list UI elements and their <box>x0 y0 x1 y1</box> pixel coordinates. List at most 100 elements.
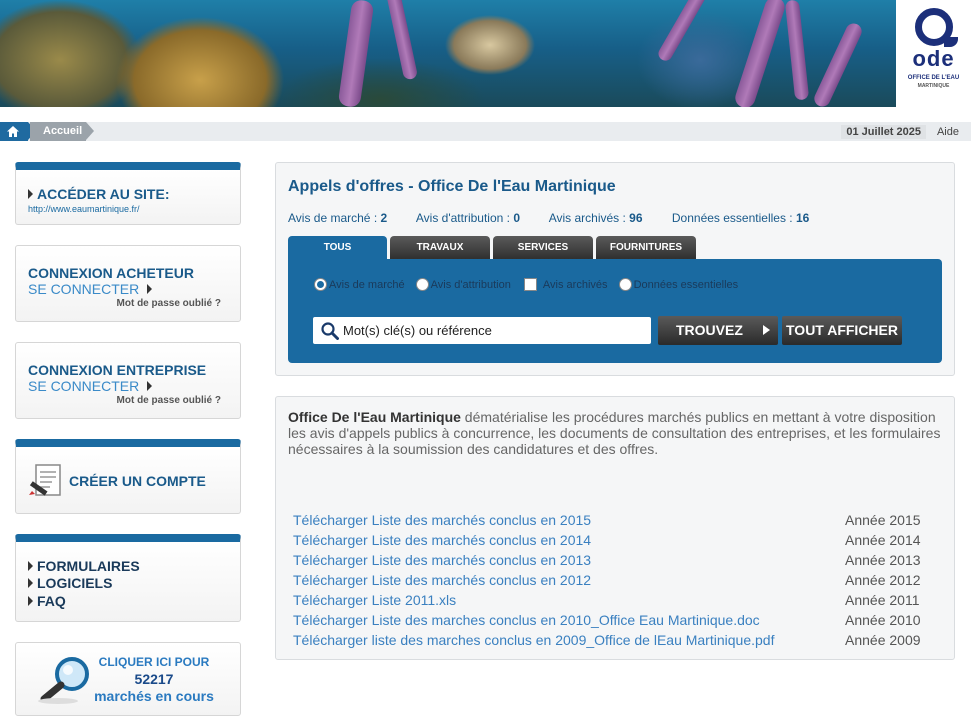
tab-travaux[interactable]: TRAVAUX <box>390 236 490 260</box>
list-item: Télécharger Liste des marchés conclus en… <box>293 570 929 590</box>
count-avis-marche[interactable]: Avis de marché : 2 <box>288 211 387 225</box>
tender-counts: Avis de marché : 2 Avis d'attribution : … <box>288 211 835 225</box>
year-label: Année 2015 <box>845 512 921 528</box>
year-label: Année 2014 <box>845 532 921 548</box>
filter-donnees-essentielles[interactable]: Données essentielles <box>618 278 738 291</box>
company-connect-label: SE CONNECTER <box>28 378 140 394</box>
search-filters: Avis de marché Avis d'attribution Avis a… <box>314 278 746 291</box>
download-link-2011[interactable]: Télécharger Liste 2011.xls <box>293 592 456 608</box>
logo-ring-icon <box>915 8 958 47</box>
buyer-login-title: CONNEXION ACHETEUR <box>28 265 194 281</box>
breadcrumb: Accueil 01 Juillet 2025 Aide <box>0 122 971 141</box>
create-account-box[interactable]: CRÉER UN COMPTE <box>15 439 241 514</box>
list-item: Télécharger Liste des marchés conclus en… <box>293 530 929 550</box>
download-link-2009[interactable]: Télécharger liste des marches conclus en… <box>293 632 774 648</box>
filter-avis-attribution[interactable]: Avis d'attribution <box>415 278 511 291</box>
buyer-connect-label: SE CONNECTER <box>28 281 140 297</box>
link-logiciels[interactable]: LOGICIELS <box>28 575 112 593</box>
company-connect-link[interactable]: SE CONNECTER <box>28 378 156 396</box>
list-item: Télécharger Liste des marchés conclus en… <box>293 510 929 530</box>
site-access-box: ACCÉDER AU SITE: http://www.eaumartiniqu… <box>15 162 241 225</box>
filter-avis-marche[interactable]: Avis de marché <box>314 278 405 291</box>
form-pen-icon <box>29 464 61 496</box>
link-faq[interactable]: FAQ <box>28 593 66 611</box>
resources-box: FORMULAIRES LOGICIELS FAQ <box>15 534 241 622</box>
org-name: Office De l'Eau Martinique <box>288 409 461 425</box>
show-all-button-label: TOUT AFFICHER <box>786 322 898 338</box>
download-link-2013[interactable]: Télécharger Liste des marchés conclus en… <box>293 552 591 568</box>
arrow-right-icon <box>28 578 33 588</box>
buyer-login-box: CONNEXION ACHETEUR SE CONNECTER Mot de p… <box>15 245 241 322</box>
logo-subtitle: OFFICE DE L'EAU <box>907 75 960 81</box>
ode-logo[interactable]: ode OFFICE DE L'EAU MARTINIQUE <box>896 0 971 107</box>
info-panel: Office De l'Eau Martinique dématérialise… <box>275 396 955 660</box>
year-label: Année 2011 <box>845 592 920 608</box>
link-faq-label: FAQ <box>37 593 66 609</box>
list-item: Télécharger liste des marches conclus en… <box>293 630 929 650</box>
promo-line-3: marchés en cours <box>94 688 214 704</box>
download-link-2014[interactable]: Télécharger Liste des marchés conclus en… <box>293 532 591 548</box>
promo-line-1: CLIQUER ICI POUR <box>98 655 210 669</box>
help-link[interactable]: Aide <box>937 125 959 139</box>
year-label: Année 2012 <box>845 572 921 588</box>
company-forgot-password[interactable]: Mot de passe oublié ? <box>117 395 221 406</box>
show-all-button[interactable]: TOUT AFFICHER <box>782 316 902 345</box>
banner-photo <box>0 0 896 107</box>
buyer-forgot-password[interactable]: Mot de passe oublié ? <box>117 298 221 309</box>
year-label: Année 2009 <box>845 632 921 648</box>
list-item: Télécharger Liste des marchés conclus en… <box>293 550 929 570</box>
year-label: Année 2013 <box>845 552 921 568</box>
download-list: Télécharger Liste des marchés conclus en… <box>293 510 929 650</box>
filter-avis-archives[interactable]: Avis archivés <box>522 278 608 291</box>
download-link-2012[interactable]: Télécharger Liste des marchés conclus en… <box>293 572 591 588</box>
radio-avis-attribution[interactable] <box>415 278 429 291</box>
logo-subtitle-2: MARTINIQUE <box>917 83 950 89</box>
play-arrow-icon <box>762 325 770 335</box>
radio-donnees-essentielles[interactable] <box>618 278 632 291</box>
page-title: Appels d'offres - Office De l'Eau Martin… <box>288 178 616 195</box>
link-formulaires[interactable]: FORMULAIRES <box>28 558 140 576</box>
tab-services[interactable]: SERVICES <box>493 236 593 260</box>
list-item: Télécharger Liste des marches conclus en… <box>293 610 929 630</box>
breadcrumb-home[interactable] <box>0 122 36 141</box>
count-donnees-essentielles[interactable]: Données essentielles : 16 <box>672 211 809 225</box>
company-login-box: CONNEXION ENTREPRISE SE CONNECTER Mot de… <box>15 342 241 419</box>
arrow-right-icon <box>146 284 152 294</box>
arrow-right-icon <box>28 189 33 199</box>
count-avis-attribution[interactable]: Avis d'attribution : 0 <box>416 211 520 225</box>
create-account-label: CRÉER UN COMPTE <box>69 473 206 489</box>
breadcrumb-current[interactable]: Accueil <box>30 122 94 141</box>
header-banner: ode OFFICE DE L'EAU MARTINIQUE <box>0 0 971 107</box>
radio-avis-marche[interactable] <box>314 278 327 291</box>
year-label: Année 2010 <box>845 612 921 628</box>
home-icon <box>7 126 19 137</box>
current-date: 01 Juillet 2025 <box>841 125 926 139</box>
site-access-title[interactable]: ACCÉDER AU SITE: <box>37 186 170 202</box>
promo-count: 52217 <box>134 671 174 687</box>
logo-name: ode <box>912 46 955 71</box>
search-icon <box>321 322 339 340</box>
arrow-right-icon <box>28 596 33 606</box>
arrow-right-icon <box>28 561 33 571</box>
magnifier-icon <box>38 657 89 704</box>
search-input[interactable]: Mot(s) clé(s) ou référence <box>313 317 651 344</box>
tab-tous[interactable]: TOUS <box>288 236 387 260</box>
arrow-right-icon <box>146 381 152 391</box>
search-panel: Appels d'offres - Office De l'Eau Martin… <box>275 162 955 376</box>
find-button[interactable]: TROUVEZ <box>658 316 778 345</box>
link-formulaires-label: FORMULAIRES <box>37 558 140 574</box>
find-button-label: TROUVEZ <box>676 322 743 338</box>
count-avis-archives[interactable]: Avis archivés : 96 <box>549 211 643 225</box>
tab-fournitures[interactable]: FOURNITURES <box>596 236 696 260</box>
search-placeholder: Mot(s) clé(s) ou référence <box>343 323 492 338</box>
intro-text: Office De l'Eau Martinique dématérialise… <box>288 409 948 457</box>
site-url-link[interactable]: http://www.eaumartinique.fr/ <box>28 204 140 214</box>
checkbox-avis-archives[interactable] <box>523 278 537 291</box>
list-item: Télécharger Liste 2011.xls Année 2011 <box>293 590 929 610</box>
search-form: Avis de marché Avis d'attribution Avis a… <box>288 259 942 363</box>
buyer-connect-link[interactable]: SE CONNECTER <box>28 281 156 299</box>
download-link-2010[interactable]: Télécharger Liste des marches conclus en… <box>293 612 760 628</box>
ongoing-tenders-box[interactable]: CLIQUER ICI POUR 52217 marchés en cours <box>15 642 241 716</box>
company-login-title: CONNEXION ENTREPRISE <box>28 362 207 378</box>
download-link-2015[interactable]: Télécharger Liste des marchés conclus en… <box>293 512 591 528</box>
